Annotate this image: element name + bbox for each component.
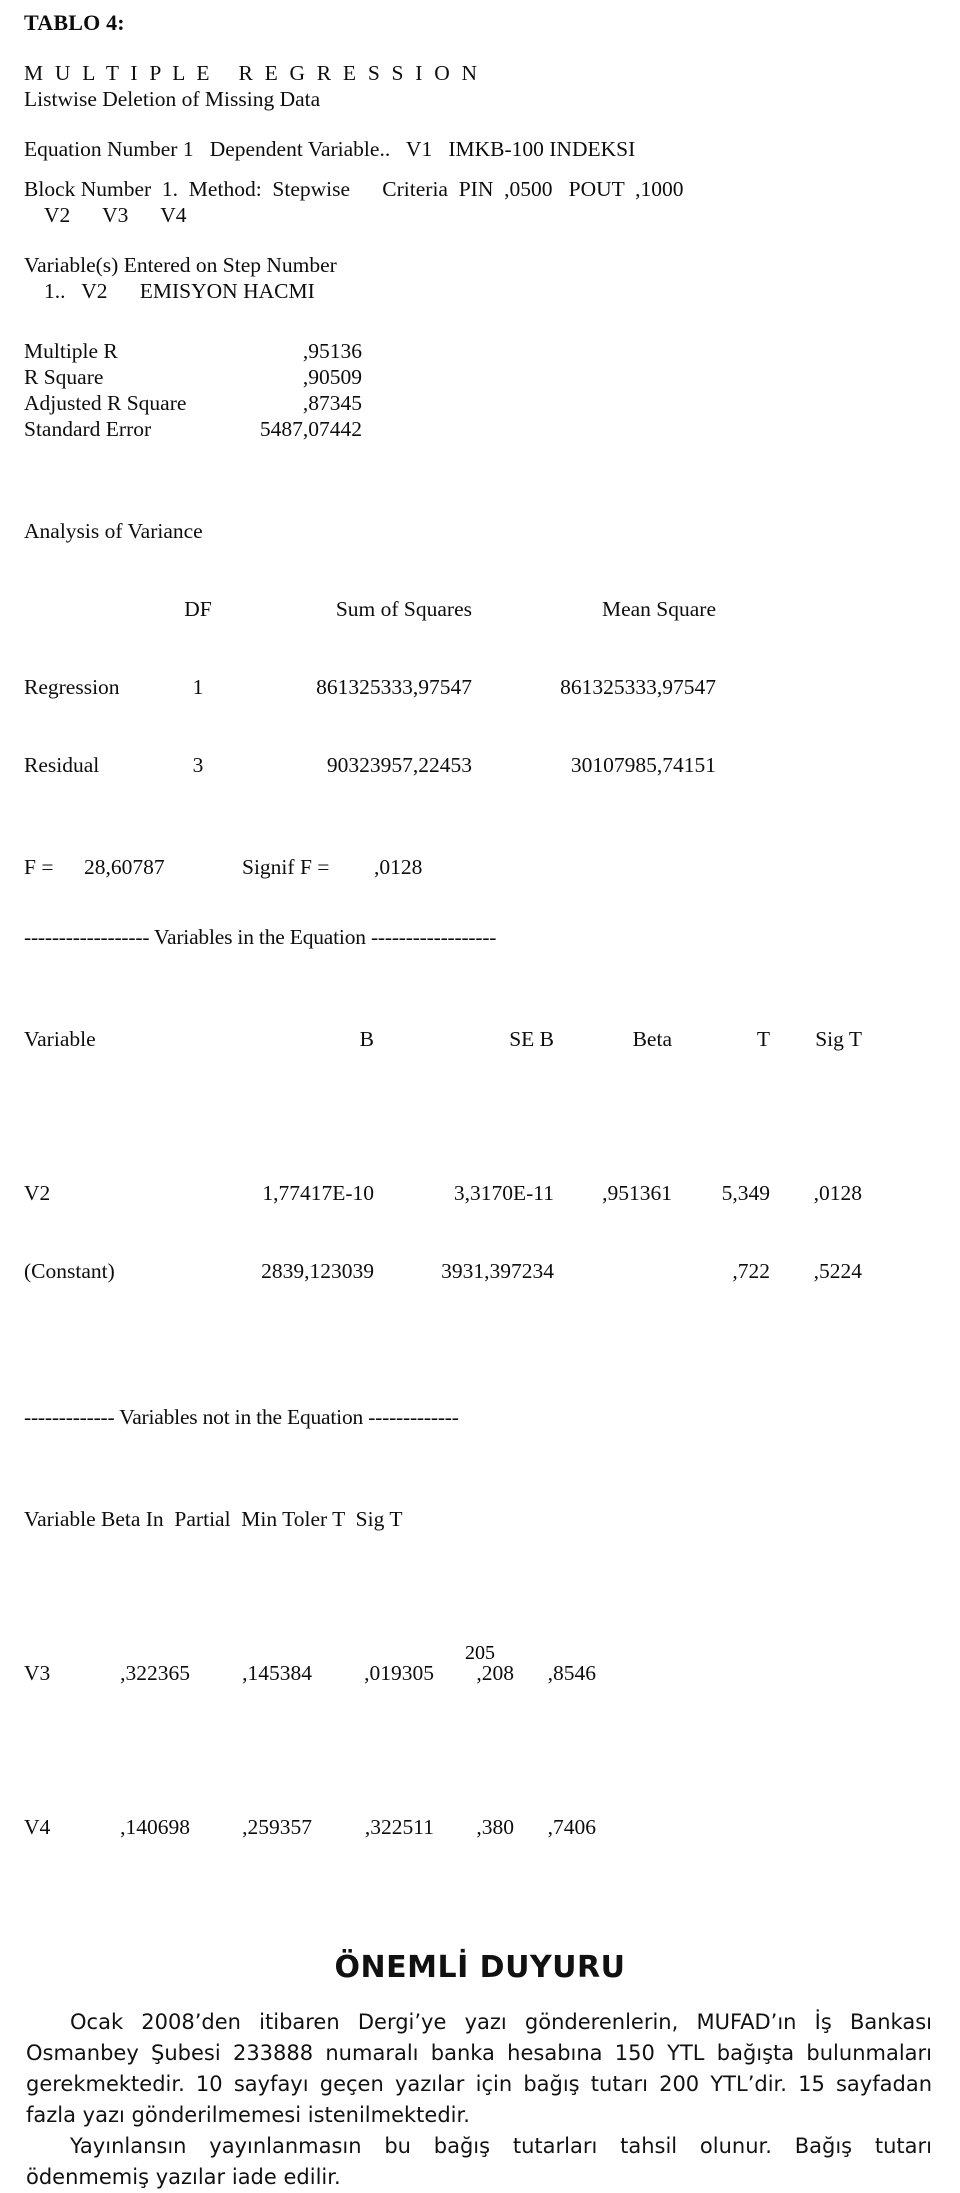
anova-sum-of-squares: 90323957,22453 [326, 753, 472, 777]
block-number-line: Block Number 1. Method: Stepwise Criteri… [24, 177, 684, 201]
coef-b: 1,77417E-10 [262, 1181, 374, 1205]
table-caption: TABLO 4: [24, 10, 125, 35]
coefficients-row: V2 1,77417E-10 3,3170E-11 ,951361 5,349 … [24, 1180, 936, 1206]
coef-beta: ,951361 [602, 1181, 672, 1205]
summary-value: ,87345 [302, 391, 362, 415]
variables-not-in-equation-table: Variable Beta In Partial Min Toler T Sig… [24, 1454, 936, 1892]
summary-row: Adjusted R Square ,87345 [24, 390, 936, 416]
anova-source: Residual [24, 753, 100, 777]
not-in-equation-row: V4 ,140698 ,259357 ,322511 ,380 ,7406 [24, 1814, 936, 1840]
notice-paragraph-2: Yayınlansın yayınlanmasın bu bağış tutar… [26, 2134, 932, 2189]
coef-se-b: 3,3170E-11 [453, 1181, 554, 1205]
variables-entered-step: 1.. V2 EMISYON HACMI [44, 279, 315, 303]
notice-title: ÖNEMLİ DUYURU [334, 1950, 626, 1985]
summary-label: Adjusted R Square [24, 391, 187, 415]
coef-header-se-b: SE B [509, 1027, 554, 1051]
summary-label: Standard Error [24, 417, 152, 441]
notice-body: Ocak 2008’den itibaren Dergi’ye yazı gön… [24, 2007, 936, 2193]
coefficients-header-row: Variable B SE B Beta T Sig T [24, 1026, 936, 1052]
anova-df: 1 [192, 675, 204, 699]
listwise-deletion-note: Listwise Deletion of Missing Data [24, 87, 321, 111]
anova-header-sum-of-squares: Sum of Squares [335, 597, 472, 621]
anova-header-df: DF [184, 597, 212, 621]
variables-in-equation-table: Variable B SE B Beta T Sig T V2 1,77417E… [24, 974, 936, 1336]
summary-row: Standard Error 5487,07442 [24, 416, 936, 442]
coef-sig-t: ,0128 [813, 1181, 862, 1205]
anova-df: 3 [192, 753, 204, 777]
coef-variable: V2 [24, 1181, 51, 1205]
anova-mean-square: 861325333,97547 [560, 675, 716, 699]
anova-row-residual: Residual 3 90323957,22453 30107985,74151 [24, 752, 936, 778]
coef-se-b: 3931,397234 [441, 1259, 554, 1283]
page-number: 205 [465, 1642, 495, 1664]
anova-header-row: DF Sum of Squares Mean Square [24, 596, 936, 622]
anova-row-regression: Regression 1 861325333,97547 861325333,9… [24, 674, 936, 700]
equation-number-line: Equation Number 1 Dependent Variable.. V… [24, 137, 636, 161]
anova-header-source [24, 596, 162, 622]
f-value: 28,60787 [84, 855, 165, 879]
coef-header-beta: Beta [632, 1027, 672, 1051]
signif-f-value: ,0128 [374, 855, 423, 879]
not-in-equation-header-row: Variable Beta In Partial Min Toler T Sig… [24, 1507, 403, 1531]
model-summary-table: Multiple R ,95136 R Square ,90509 Adjust… [24, 338, 936, 442]
nie-beta-in: ,140698 [120, 1815, 190, 1839]
notice-paragraph-1: Ocak 2008’den itibaren Dergi’ye yazı gön… [26, 2010, 932, 2127]
anova-title: Analysis of Variance [24, 519, 203, 543]
coef-variable: (Constant) [24, 1259, 115, 1283]
coef-sig-t: ,5224 [813, 1259, 862, 1283]
analysis-of-variance-table: Analysis of Variance DF Sum of Squares M… [24, 466, 936, 830]
f-label: F = [24, 855, 54, 879]
coef-header-b: B [359, 1027, 374, 1051]
coefficients-row: (Constant) 2839,123039 3931,397234 ,722 … [24, 1258, 936, 1284]
nie-sig-t: ,7406 [547, 1815, 596, 1839]
coef-beta [554, 1258, 672, 1284]
summary-row: R Square ,90509 [24, 364, 936, 390]
summary-row: Multiple R ,95136 [24, 338, 936, 364]
anova-source: Regression [24, 675, 120, 699]
summary-label: Multiple R [24, 339, 118, 363]
summary-value: 5487,07442 [259, 417, 362, 441]
coef-header-sig-t: Sig T [815, 1027, 862, 1051]
anova-header-mean-square: Mean Square [601, 597, 716, 621]
important-notice-section: ÖNEMLİ DUYURU Ocak 2008’den itibaren Der… [24, 1950, 936, 2193]
coef-header-t: T [756, 1027, 770, 1051]
coef-t: ,722 [732, 1259, 770, 1283]
variables-in-equation-separator: ------------------ Variables in the Equa… [24, 925, 497, 949]
coef-b: 2839,123039 [261, 1259, 374, 1283]
coef-header-variable: Variable [24, 1027, 96, 1051]
block-variables-line: V2 V3 V4 [44, 203, 187, 227]
summary-value: ,90509 [302, 365, 362, 389]
variables-not-in-equation-separator: ------------- Variables not in the Equat… [24, 1405, 459, 1429]
procedure-title: M U L T I P L E R E G R E S S I O N [24, 61, 481, 85]
signif-f-label: Signif F = [242, 855, 330, 879]
document-page: TABLO 4: M U L T I P L E R E G R E S S I… [0, 10, 960, 2189]
nie-variable: V4 [24, 1815, 51, 1839]
nie-min-toler: ,322511 [364, 1815, 434, 1839]
anova-mean-square: 30107985,74151 [570, 753, 716, 777]
variables-entered-header: Variable(s) Entered on Step Number [24, 253, 337, 277]
spss-output-listing: TABLO 4: M U L T I P L E R E G R E S S I… [24, 10, 936, 1892]
nie-t: ,380 [476, 1815, 514, 1839]
coef-t: 5,349 [721, 1181, 770, 1205]
summary-label: R Square [24, 365, 104, 389]
anova-sum-of-squares: 861325333,97547 [316, 675, 472, 699]
summary-value: ,95136 [302, 339, 362, 363]
nie-partial: ,259357 [242, 1815, 312, 1839]
f-statistic-line: F = 28,60787 Signif F = ,0128 [24, 854, 936, 880]
